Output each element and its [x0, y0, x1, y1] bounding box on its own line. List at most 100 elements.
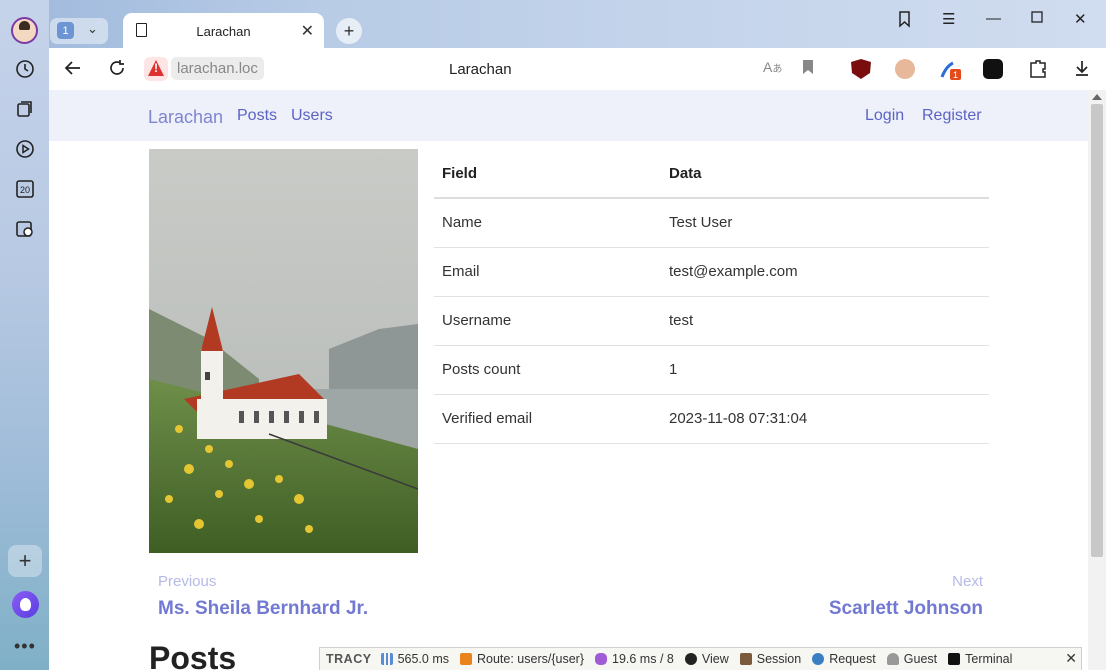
tracy-guest: Guest [903, 652, 938, 666]
history-clock-icon[interactable] [12, 56, 38, 82]
chevron-down-icon: ⌄ [87, 21, 98, 36]
field-cell: Name [434, 198, 661, 248]
tracy-terminal-panel[interactable]: Terminal [948, 652, 1012, 666]
add-panel-button[interactable]: + [8, 545, 42, 577]
reload-icon[interactable] [108, 59, 126, 82]
table-row: Email test@example.com [434, 247, 989, 297]
table-header-row: Field Data [434, 149, 989, 199]
session-icon [739, 653, 752, 665]
page-scrollbar[interactable] [1088, 90, 1106, 670]
eye-icon [684, 653, 697, 665]
video-play-icon[interactable] [12, 136, 38, 162]
tracy-session-panel[interactable]: Session [739, 652, 802, 666]
scroll-up-arrow-icon[interactable] [1092, 94, 1102, 100]
tracy-database-panel[interactable]: 19.6 ms / 8 [595, 652, 674, 666]
close-tab-icon[interactable]: ✕ [301, 21, 314, 41]
maximize-icon[interactable] [1031, 10, 1043, 27]
tracy-view: View [701, 652, 729, 666]
svg-text:20: 20 [20, 185, 30, 195]
download-icon[interactable] [1073, 59, 1091, 82]
tampermonkey-extension-icon[interactable] [983, 59, 1003, 79]
site-navbar: Larachan Posts Users Login Register [49, 90, 1088, 141]
calendar-icon[interactable]: 20 [12, 176, 38, 202]
scroll-thumb[interactable] [1091, 104, 1103, 557]
tracy-time-panel[interactable]: 565.0 ms [380, 652, 449, 666]
field-cell: Email [434, 247, 661, 297]
tracy-db-time: 19.6 ms [612, 652, 657, 666]
menu-icon[interactable]: ☰ [942, 10, 955, 28]
bookmarks-panel-icon[interactable] [897, 10, 913, 32]
data-cell: test [661, 296, 989, 346]
bookmark-icon[interactable] [801, 59, 815, 80]
field-cell: Verified email [434, 394, 661, 444]
close-debug-bar-icon[interactable]: ✕ [1065, 650, 1077, 667]
route-icon [459, 653, 472, 665]
table-row: Verified email 2023-11-08 07:31:04 [434, 394, 989, 444]
tracy-session: Session [756, 652, 802, 666]
assistant-icon[interactable] [12, 591, 39, 618]
tracy-auth-panel[interactable]: Guest [886, 652, 938, 666]
close-window-icon[interactable]: ✕ [1074, 10, 1087, 28]
field-cell: Username [434, 296, 661, 346]
page-content: Larachan Posts Users Login Register Fiel… [49, 90, 1088, 670]
register-link[interactable]: Register [922, 107, 982, 125]
owl-extension-icon[interactable] [895, 59, 915, 79]
previous-user-link[interactable]: Ms. Sheila Bernhard Jr. [158, 598, 368, 620]
next-label: Next [952, 573, 983, 590]
login-link[interactable]: Login [865, 107, 904, 125]
minimize-icon[interactable]: — [986, 10, 1001, 27]
data-cell: test@example.com [661, 247, 989, 297]
tracy-request-panel[interactable]: Request [812, 652, 876, 666]
address-domain[interactable]: larachan.loc [171, 57, 264, 80]
tracy-request: Request [829, 652, 876, 666]
field-cell: Posts count [434, 345, 661, 395]
table-row: Posts count 1 [434, 345, 989, 395]
tracy-view-panel[interactable]: View [684, 652, 729, 666]
collections-icon[interactable] [12, 96, 38, 122]
database-icon [595, 653, 607, 665]
previous-label: Previous [158, 573, 217, 590]
tracy-db-count: / 8 [659, 652, 674, 666]
tab-title: Larachan [196, 24, 251, 39]
data-cell: Test User [661, 198, 989, 248]
data-cell: 1 [661, 345, 989, 395]
table-row: Name Test User [434, 198, 989, 248]
user-icon [886, 653, 899, 665]
tab-count-badge: 1 [57, 22, 74, 39]
translate-icon[interactable]: Aあ [763, 59, 782, 75]
ublock-extension-icon[interactable] [851, 59, 871, 79]
nav-users-link[interactable]: Users [291, 107, 333, 125]
column-header-data: Data [661, 149, 989, 199]
badge-extension-icon[interactable]: 1 [939, 59, 961, 80]
user-photo [149, 149, 418, 553]
security-warning-icon[interactable] [144, 57, 168, 81]
active-tab[interactable]: Larachan ✕ [123, 13, 324, 49]
terminal-icon [948, 653, 961, 665]
new-tab-button[interactable]: + [336, 18, 362, 44]
back-arrow-icon[interactable] [64, 59, 82, 82]
browser-sidebar: 20 + ••• [0, 0, 49, 670]
user-details-table: Field Data Name Test User Email test@exa… [434, 149, 989, 444]
data-cell: 2023-11-08 07:31:04 [661, 394, 989, 444]
posts-heading: Posts [149, 640, 237, 670]
browser-toolbar: larachan.loc Larachan Aあ 1 [49, 48, 1106, 90]
tracy-route-panel[interactable]: Route: users/{user} [459, 652, 584, 666]
next-user-link[interactable]: Scarlett Johnson [829, 598, 983, 620]
page-title: Larachan [449, 61, 512, 78]
brand-link[interactable]: Larachan [148, 107, 223, 128]
tracy-debug-bar: TRACY 565.0 ms Route: users/{user} 19.6 … [319, 647, 1082, 670]
tab-group-button[interactable]: 1 ⌄ [50, 18, 108, 44]
column-header-field: Field [434, 149, 661, 199]
browser-window: 20 + ••• 1 ⌄ Larachan ✕ + ☰ — ✕ larachan… [0, 0, 1106, 670]
more-icon[interactable]: ••• [14, 636, 36, 657]
tracy-route: Route: users/{user} [476, 652, 584, 666]
screenshot-camera-icon[interactable] [12, 216, 38, 242]
bar-chart-icon [380, 653, 393, 665]
table-row: Username test [434, 296, 989, 346]
tracy-terminal: Terminal [965, 652, 1013, 666]
tracy-logo[interactable]: TRACY [326, 652, 372, 666]
nav-posts-link[interactable]: Posts [237, 107, 277, 125]
gears-icon [812, 653, 825, 665]
profile-avatar[interactable] [11, 17, 38, 44]
extensions-puzzle-icon[interactable] [1028, 59, 1048, 84]
